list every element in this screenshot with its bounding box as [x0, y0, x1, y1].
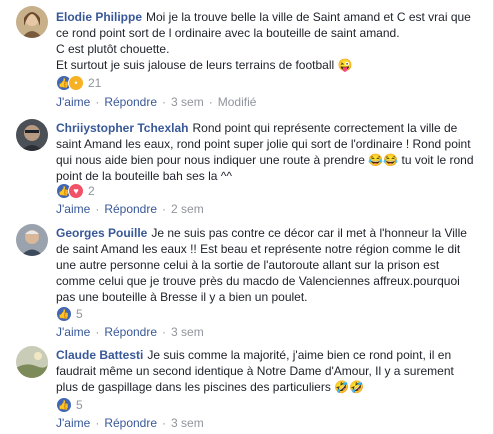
reaction-count: 2 — [88, 184, 95, 198]
comment-body: Georges Pouille Je ne suis pas contre ce … — [56, 225, 474, 305]
separator-dot: · — [162, 95, 167, 109]
comment-actions: J'aime · Répondre · 3 sem — [56, 324, 204, 340]
comment-author[interactable]: Georges Pouille — [56, 226, 147, 240]
avatar[interactable] — [16, 119, 48, 151]
love-icon: ♥ — [68, 183, 84, 199]
like-link[interactable]: J'aime — [56, 325, 90, 339]
reaction-summary[interactable]: 👍 5 — [56, 397, 83, 413]
reaction-count: 5 — [76, 398, 83, 412]
reply-link[interactable]: Répondre — [104, 202, 157, 216]
like-icon: 👍 — [56, 306, 72, 322]
reaction-summary[interactable]: 👍 • 21 — [56, 75, 101, 91]
comment-body: Elodie Philippe Moi je la trouve belle la… — [56, 9, 474, 73]
avatar[interactable] — [16, 6, 48, 38]
reaction-summary[interactable]: 👍 ♥ 2 — [56, 183, 95, 199]
comment-item: Georges Pouille Je ne suis pas contre ce … — [0, 220, 494, 342]
separator-dot: · — [95, 416, 100, 430]
separator-dot: · — [162, 202, 167, 216]
like-link[interactable]: J'aime — [56, 202, 90, 216]
laughing-emoji: 😂😂 — [368, 153, 399, 167]
rofl-emoji: 🤣🤣 — [334, 380, 365, 394]
comment-body: Claude Battesti Je suis comme la majorité… — [56, 347, 474, 395]
reply-link[interactable]: Répondre — [104, 95, 157, 109]
timestamp[interactable]: 2 sem — [171, 202, 204, 216]
avatar[interactable] — [16, 346, 48, 378]
comment-author[interactable]: Chriiystopher Tchexlah — [56, 121, 188, 135]
comment-body: Chriiystopher Tchexlah Rond point qui rep… — [56, 120, 474, 184]
comment-actions: J'aime · Répondre · 2 sem — [56, 201, 204, 217]
separator-dot: · — [95, 202, 100, 216]
comment-author[interactable]: Elodie Philippe — [56, 10, 142, 24]
reply-link[interactable]: Répondre — [104, 325, 157, 339]
separator-dot: · — [95, 325, 100, 339]
edited-label[interactable]: Modifié — [218, 95, 257, 109]
timestamp[interactable]: 3 sem — [171, 95, 204, 109]
timestamp[interactable]: 3 sem — [171, 325, 204, 339]
comment-item: Chriiystopher Tchexlah Rond point qui rep… — [0, 115, 494, 220]
comment-actions: J'aime · Répondre · 3 sem — [56, 415, 204, 431]
separator-dot: · — [162, 416, 167, 430]
reaction-summary[interactable]: 👍 5 — [56, 306, 83, 322]
comment-item: Elodie Philippe Moi je la trouve belle la… — [0, 0, 494, 115]
reaction-count: 21 — [88, 76, 102, 90]
separator-dot: · — [208, 95, 213, 109]
separator-dot: · — [95, 95, 100, 109]
separator-dot: · — [162, 325, 167, 339]
like-link[interactable]: J'aime — [56, 416, 90, 430]
timestamp[interactable]: 3 sem — [171, 416, 204, 430]
comment-actions: J'aime · Répondre · 3 sem · Modifié — [56, 94, 256, 110]
avatar[interactable] — [16, 224, 48, 256]
like-icon: 👍 — [56, 397, 72, 413]
comment-author[interactable]: Claude Battesti — [56, 348, 143, 362]
like-link[interactable]: J'aime — [56, 95, 90, 109]
wow-icon: • — [68, 75, 84, 91]
reaction-count: 5 — [76, 307, 83, 321]
winking-tongue-emoji: 😜 — [337, 58, 353, 72]
reply-link[interactable]: Répondre — [104, 416, 157, 430]
comment-item: Claude Battesti Je suis comme la majorité… — [0, 342, 494, 434]
